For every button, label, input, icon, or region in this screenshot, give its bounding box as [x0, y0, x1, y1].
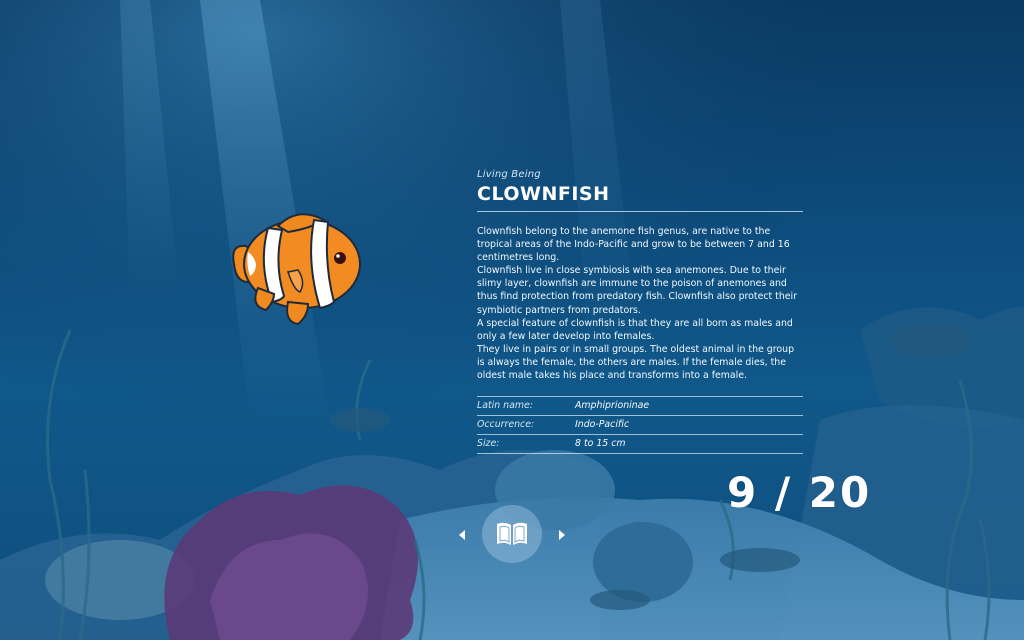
fact-value: 8 to 15 cm	[575, 438, 626, 450]
discovery-counter: 9 / 20	[727, 468, 872, 517]
facts-table: Latin name: Amphiprioninae Occurrence: I…	[477, 396, 803, 455]
category-label: Living Being	[477, 169, 541, 180]
fact-label: Latin name:	[477, 400, 533, 412]
next-button[interactable]	[552, 524, 572, 546]
info-panel: Living Being CLOWNFISH Clownfish belong …	[477, 169, 803, 455]
description: Clownfish belong to the anemone fish gen…	[477, 225, 803, 382]
fact-row-size: Size: 8 to 15 cm	[477, 435, 803, 455]
title-divider	[477, 211, 803, 212]
fact-row-latin-name: Latin name: Amphiprioninae	[477, 397, 803, 417]
book-icon	[497, 522, 527, 545]
fact-label: Size:	[477, 438, 500, 450]
description-paragraph: They live in pairs or in small groups. T…	[477, 343, 795, 382]
underwater-scene: Living Being CLOWNFISH Clownfish belong …	[0, 0, 1024, 640]
clownfish-icon	[232, 213, 361, 326]
creature-title: CLOWNFISH	[477, 183, 610, 205]
fact-value: Indo-Pacific	[575, 419, 630, 431]
fact-row-occurrence: Occurrence: Indo-Pacific	[477, 416, 803, 436]
chevron-right-icon	[559, 530, 565, 540]
description-paragraph: Clownfish belong to the anemone fish gen…	[477, 226, 790, 264]
description-paragraph: A special feature of clownfish is that t…	[477, 317, 793, 342]
encyclopedia-button[interactable]	[482, 505, 542, 563]
chevron-left-icon	[459, 530, 465, 540]
fact-label: Occurrence:	[477, 419, 535, 431]
description-paragraph: Clownfish live in close symbiosis with s…	[477, 265, 798, 316]
previous-button[interactable]	[452, 524, 472, 546]
fact-value: Amphiprioninae	[575, 400, 650, 412]
